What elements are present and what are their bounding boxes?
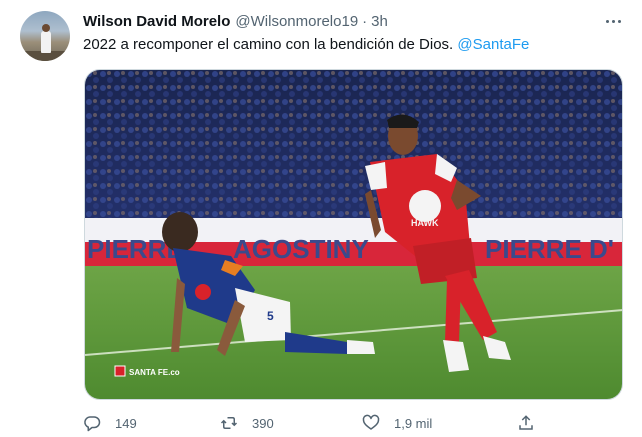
- retweet-icon: [220, 417, 238, 429]
- banner-text-3: PIERRE D': [485, 234, 614, 264]
- like-button[interactable]: 1,9 mil: [362, 410, 432, 436]
- tweet-photo[interactable]: PIERRE AGOSTINY PIERRE D' 5 HAWK SANTA F…: [84, 69, 623, 400]
- retweet-count: 390: [252, 415, 274, 431]
- mention-link[interactable]: @SantaFe: [457, 36, 529, 53]
- tweet-text: 2022 a recomponer el camino con la bendi…: [83, 35, 529, 55]
- author-name[interactable]: Wilson David Morelo: [83, 13, 230, 30]
- banner-text-2: AGOSTINY: [233, 234, 369, 264]
- reply-icon: [84, 416, 101, 432]
- reply-count: 149: [115, 415, 137, 431]
- tweet-actions: 149 390 1,9 mil: [83, 410, 543, 436]
- reply-button[interactable]: 149: [83, 410, 137, 436]
- tweet-header: Wilson David Morelo @Wilsonmorelo19 · 3h: [83, 11, 388, 31]
- avatar[interactable]: [20, 11, 70, 61]
- header-separator: ·: [362, 12, 368, 30]
- avatar-head: [42, 24, 50, 32]
- more-dot: [611, 19, 615, 23]
- photo-scene: PIERRE AGOSTINY PIERRE D' 5 HAWK SANTA F…: [85, 70, 622, 399]
- tweet-body: 2022 a recomponer el camino con la bendi…: [83, 36, 454, 53]
- more-dot: [605, 19, 609, 23]
- like-count: 1,9 mil: [394, 415, 433, 431]
- like-icon: [362, 414, 380, 430]
- tweet-timestamp[interactable]: 3h: [371, 13, 388, 30]
- shirt-brand: HAWK: [411, 218, 439, 228]
- more-options-icon[interactable]: [600, 11, 626, 31]
- photo-watermark: SANTA FE.co: [114, 365, 180, 377]
- avatar-figure: [41, 31, 51, 53]
- author-handle[interactable]: @Wilsonmorelo19: [235, 13, 358, 30]
- shirt-number: 5: [267, 309, 274, 323]
- share-button[interactable]: [517, 410, 535, 436]
- watermark-text: SANTA FE.co: [129, 368, 180, 377]
- more-dot: [617, 19, 621, 23]
- tweet[interactable]: Wilson David Morelo @Wilsonmorelo19 · 3h…: [0, 0, 642, 437]
- retweet-button[interactable]: 390: [220, 410, 274, 436]
- share-icon: [519, 415, 533, 430]
